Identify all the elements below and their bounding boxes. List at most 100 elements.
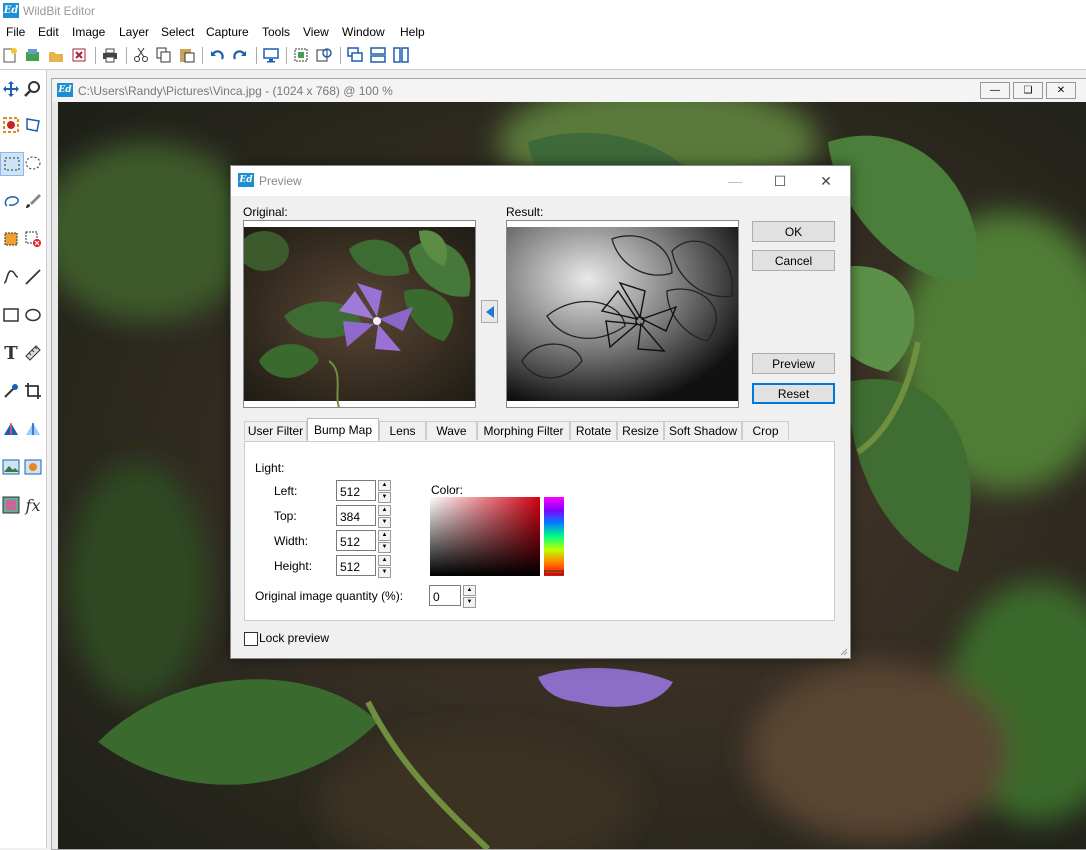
height-input[interactable]	[336, 555, 376, 576]
image-adjust-icon[interactable]	[0, 456, 22, 478]
transform-icon[interactable]	[22, 114, 44, 136]
top-stepper[interactable]: ▲ ▼	[378, 505, 391, 528]
menu-image[interactable]: Image	[72, 25, 105, 39]
shape-b-icon[interactable]	[22, 418, 44, 440]
undo-icon[interactable]	[208, 46, 226, 64]
spin-down-icon[interactable]: ▼	[378, 517, 391, 528]
spin-down-icon[interactable]: ▼	[378, 542, 391, 553]
tab-user-filter[interactable]: User Filter	[244, 421, 307, 440]
red-eye-icon[interactable]	[0, 114, 22, 136]
preview-button[interactable]: Preview	[752, 353, 835, 374]
ok-button[interactable]: OK	[752, 221, 835, 242]
open-folder-icon[interactable]	[47, 46, 65, 64]
lasso-icon[interactable]	[0, 190, 22, 212]
lock-preview-checkbox[interactable]	[244, 632, 258, 646]
ellipse-icon[interactable]	[22, 304, 44, 326]
spin-up-icon[interactable]: ▲	[463, 585, 476, 596]
original-label: Original:	[243, 205, 288, 219]
dialog-maximize-button[interactable]: ☐	[766, 171, 794, 191]
close-icon: ✕	[1056, 85, 1066, 96]
screenshot-icon[interactable]	[292, 46, 310, 64]
document-restore-button[interactable]: ❑	[1013, 82, 1043, 99]
quantity-input[interactable]	[429, 585, 461, 606]
document-close-button[interactable]: ✕	[1046, 82, 1076, 99]
spin-up-icon[interactable]: ▲	[378, 505, 391, 516]
image-effect-icon[interactable]	[22, 456, 44, 478]
brush-icon[interactable]	[22, 190, 44, 212]
rect-select-icon[interactable]	[0, 152, 24, 176]
line-icon[interactable]	[22, 266, 44, 288]
document-minimize-button[interactable]: —	[980, 82, 1010, 99]
menu-file[interactable]: File	[6, 25, 25, 39]
width-input[interactable]	[336, 530, 376, 551]
spin-down-icon[interactable]: ▼	[378, 492, 391, 503]
restore-icon: ❑	[1023, 85, 1033, 96]
spin-down-icon[interactable]: ▼	[463, 597, 476, 608]
dialog-minimize-button[interactable]: —	[721, 171, 749, 191]
reset-button[interactable]: Reset	[752, 383, 835, 404]
tab-resize[interactable]: Resize	[617, 421, 664, 440]
crop-icon[interactable]	[22, 380, 44, 402]
export-icon[interactable]	[315, 46, 333, 64]
curve-icon[interactable]	[0, 266, 22, 288]
print-icon[interactable]	[101, 46, 119, 64]
delete-select-icon[interactable]	[22, 228, 44, 250]
redo-icon[interactable]	[231, 46, 249, 64]
menu-help[interactable]: Help	[400, 25, 425, 39]
tab-crop[interactable]: Crop	[742, 421, 789, 440]
new-icon[interactable]	[1, 46, 19, 64]
ellipse-select-icon[interactable]	[22, 152, 44, 174]
resize-grip-icon[interactable]	[840, 648, 848, 656]
menu-edit[interactable]: Edit	[38, 25, 59, 39]
menu-view[interactable]: View	[303, 25, 329, 39]
crop-select-icon[interactable]	[0, 228, 22, 250]
zoom-icon[interactable]	[22, 78, 44, 100]
document-path: C:\Users\Randy\Pictures\Vinca.jpg - (102…	[78, 84, 393, 98]
tile-vertical-icon[interactable]	[392, 46, 410, 64]
spin-up-icon[interactable]: ▲	[378, 530, 391, 541]
spin-up-icon[interactable]: ▲	[378, 555, 391, 566]
color-picker-field[interactable]	[430, 497, 540, 576]
close-doc-icon[interactable]	[70, 46, 88, 64]
move-icon[interactable]	[0, 78, 22, 100]
rectangle-icon[interactable]	[0, 304, 22, 326]
menu-tools[interactable]: Tools	[262, 25, 290, 39]
ruler-icon[interactable]	[22, 342, 44, 364]
color-icon[interactable]	[0, 494, 22, 516]
copy-left-button[interactable]	[481, 300, 498, 323]
menu-layer[interactable]: Layer	[119, 25, 149, 39]
menu-window[interactable]: Window	[342, 25, 385, 39]
cascade-icon[interactable]	[346, 46, 364, 64]
tab-lens[interactable]: Lens	[379, 421, 426, 440]
height-stepper[interactable]: ▲ ▼	[378, 555, 391, 578]
shape-a-icon[interactable]	[0, 418, 22, 440]
left-input[interactable]	[336, 480, 376, 501]
cut-icon[interactable]	[132, 46, 150, 64]
menu-capture[interactable]: Capture	[206, 25, 249, 39]
spin-up-icon[interactable]: ▲	[378, 480, 391, 491]
tab-rotate[interactable]: Rotate	[570, 421, 617, 440]
fx-icon[interactable]: fx	[22, 494, 44, 516]
tab-wave[interactable]: Wave	[426, 421, 477, 440]
top-input[interactable]	[336, 505, 376, 526]
cancel-button[interactable]: Cancel	[752, 250, 835, 271]
app-logo-icon: Ed	[3, 3, 19, 18]
screen-icon[interactable]	[262, 46, 280, 64]
copy-icon[interactable]	[155, 46, 173, 64]
eyedropper-icon[interactable]	[0, 380, 22, 402]
open-icon[interactable]	[24, 46, 42, 64]
menu-select[interactable]: Select	[161, 25, 194, 39]
top-label: Top:	[274, 509, 297, 523]
quantity-stepper[interactable]: ▲ ▼	[463, 585, 476, 608]
tab-morphing-filter[interactable]: Morphing Filter	[477, 421, 570, 440]
dialog-close-button[interactable]: ✕	[812, 171, 840, 191]
tab-bump-map[interactable]: Bump Map	[307, 418, 379, 441]
hue-slider[interactable]	[544, 497, 564, 576]
tile-horizontal-icon[interactable]	[369, 46, 387, 64]
text-icon[interactable]: T	[0, 342, 22, 364]
width-stepper[interactable]: ▲ ▼	[378, 530, 391, 553]
tab-soft-shadow[interactable]: Soft Shadow	[664, 421, 742, 440]
left-stepper[interactable]: ▲ ▼	[378, 480, 391, 503]
paste-icon[interactable]	[178, 46, 196, 64]
spin-down-icon[interactable]: ▼	[378, 567, 391, 578]
